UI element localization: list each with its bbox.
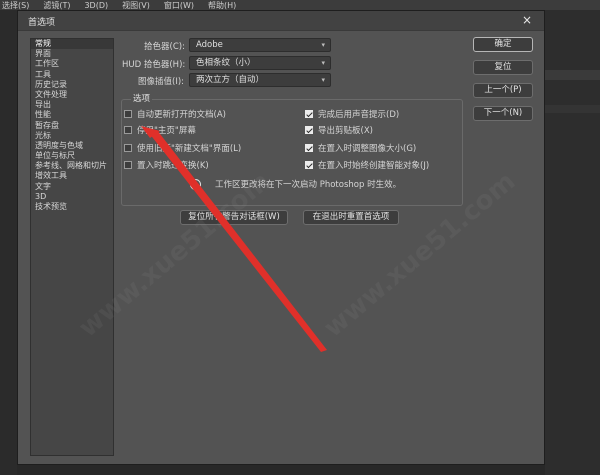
resize-on-place-checkbox[interactable]: 在置入时调整图像大小(G) (305, 142, 416, 154)
interpolation-value: 两次立方（自动） (196, 75, 265, 85)
restart-info: i 工作区更改将在下一次启动 Photoshop 时生效。 (190, 178, 401, 190)
checkbox-label: 自动更新打开的文档(A) (137, 110, 226, 120)
checkbox-box[interactable] (124, 161, 132, 169)
hud-picker-value: 色相条纹（小） (196, 58, 256, 68)
reset-button[interactable]: 复位 (473, 60, 533, 75)
checkbox-label: 使用旧版"新建文档"界面(L) (137, 144, 242, 154)
color-picker-label: 拾色器(C): (144, 42, 185, 52)
chevron-down-icon: ▾ (321, 59, 325, 67)
sidebar-item-guides[interactable]: 参考线、网格和切片 (31, 161, 113, 171)
app-panel-band (545, 105, 600, 113)
hud-picker-select[interactable]: 色相条纹（小） ▾ (189, 56, 331, 70)
app-toolbar (0, 10, 17, 475)
sidebar-item-3d[interactable]: 3D (31, 192, 113, 202)
info-icon: i (190, 178, 201, 190)
menu-select[interactable]: 选择(S) (2, 0, 29, 11)
checkbox-label: 在置入时始终创建智能对象(J) (318, 161, 430, 171)
app-panel-strip (545, 10, 600, 475)
checkbox-label: 置入时跳过变换(K) (137, 161, 209, 171)
checkbox-box[interactable] (305, 161, 313, 169)
dialog-title: 首选项 (28, 18, 56, 28)
checkbox-label: 停用"主页"屏幕 (137, 126, 196, 136)
sidebar-item-performance[interactable]: 性能 (31, 110, 113, 120)
ok-button[interactable]: 确定 (473, 37, 533, 52)
sidebar-item-tech-preview[interactable]: 技术预览 (31, 202, 113, 212)
sidebar-item-workspace[interactable]: 工作区 (31, 59, 113, 69)
menu-view[interactable]: 视图(V) (122, 0, 150, 11)
sidebar-item-export[interactable]: 导出 (31, 100, 113, 110)
reset-warnings-button[interactable]: 复位所有警告对话框(W) (180, 210, 288, 225)
smart-object-checkbox[interactable]: 在置入时始终创建智能对象(J) (305, 159, 429, 171)
restart-info-text: 工作区更改将在下一次启动 Photoshop 时生效。 (215, 180, 402, 190)
sidebar-item-interface[interactable]: 界面 (31, 49, 113, 59)
sidebar-item-plugins[interactable]: 增效工具 (31, 171, 113, 181)
app-panel-band (545, 70, 600, 80)
preferences-category-list: 常规 界面 工作区 工具 历史记录 文件处理 导出 性能 暂存盘 光标 透明度与… (30, 38, 114, 456)
sound-on-done-checkbox[interactable]: 完成后用声音提示(D) (305, 108, 399, 120)
skip-transform-checkbox[interactable]: 置入时跳过变换(K) (124, 159, 209, 171)
app-menubar: 选择(S) 滤镜(T) 3D(D) 视图(V) 窗口(W) 帮助(H) (0, 0, 600, 10)
interpolation-select[interactable]: 两次立方（自动） ▾ (189, 73, 331, 87)
sidebar-item-general[interactable]: 常规 (31, 39, 113, 50)
hud-picker-label: HUD 拾色器(H): (122, 60, 186, 70)
reset-on-quit-button[interactable]: 在退出时重置首选项 (303, 210, 399, 225)
chevron-down-icon: ▾ (321, 76, 325, 84)
sidebar-item-units[interactable]: 单位与标尺 (31, 151, 113, 161)
preferences-dialog: 首选项 × 常规 界面 工作区 工具 历史记录 文件处理 导出 性能 暂存盘 光… (17, 10, 545, 465)
checkbox-box[interactable] (305, 126, 313, 134)
dialog-titlebar[interactable]: 首选项 × (18, 11, 544, 31)
options-group-title: 选项 (131, 92, 153, 104)
checkbox-box[interactable] (305, 110, 313, 118)
auto-update-docs-checkbox[interactable]: 自动更新打开的文档(A) (124, 108, 226, 120)
sidebar-item-cursors[interactable]: 光标 (31, 131, 113, 141)
chevron-down-icon: ▾ (321, 41, 325, 49)
sidebar-item-type[interactable]: 文字 (31, 182, 113, 192)
prev-button[interactable]: 上一个(P) (473, 83, 533, 98)
color-picker-select[interactable]: Adobe ▾ (189, 38, 331, 52)
color-picker-value: Adobe (196, 40, 223, 50)
sidebar-item-transparency[interactable]: 透明度与色域 (31, 141, 113, 151)
sidebar-item-history[interactable]: 历史记录 (31, 80, 113, 90)
disable-home-screen-checkbox[interactable]: 停用"主页"屏幕 (124, 124, 196, 136)
checkbox-label: 导出剪贴板(X) (318, 126, 373, 136)
interpolation-label: 图像插值(I): (138, 77, 185, 87)
checkbox-box[interactable] (124, 144, 132, 152)
menu-help[interactable]: 帮助(H) (208, 0, 236, 11)
checkbox-label: 完成后用声音提示(D) (318, 110, 400, 120)
menu-window[interactable]: 窗口(W) (164, 0, 194, 11)
export-clipboard-checkbox[interactable]: 导出剪贴板(X) (305, 124, 373, 136)
legacy-new-doc-checkbox[interactable]: 使用旧版"新建文档"界面(L) (124, 142, 241, 154)
checkbox-box[interactable] (124, 110, 132, 118)
menu-3d[interactable]: 3D(D) (84, 1, 108, 10)
next-button[interactable]: 下一个(N) (473, 106, 533, 121)
close-icon[interactable]: × (522, 13, 532, 27)
sidebar-item-tools[interactable]: 工具 (31, 70, 113, 80)
menu-filter[interactable]: 滤镜(T) (43, 0, 70, 11)
checkbox-box[interactable] (305, 144, 313, 152)
checkbox-label: 在置入时调整图像大小(G) (318, 144, 417, 154)
sidebar-item-file-handling[interactable]: 文件处理 (31, 90, 113, 100)
sidebar-item-scratch-disks[interactable]: 暂存盘 (31, 121, 113, 131)
checkbox-box[interactable] (124, 126, 132, 134)
